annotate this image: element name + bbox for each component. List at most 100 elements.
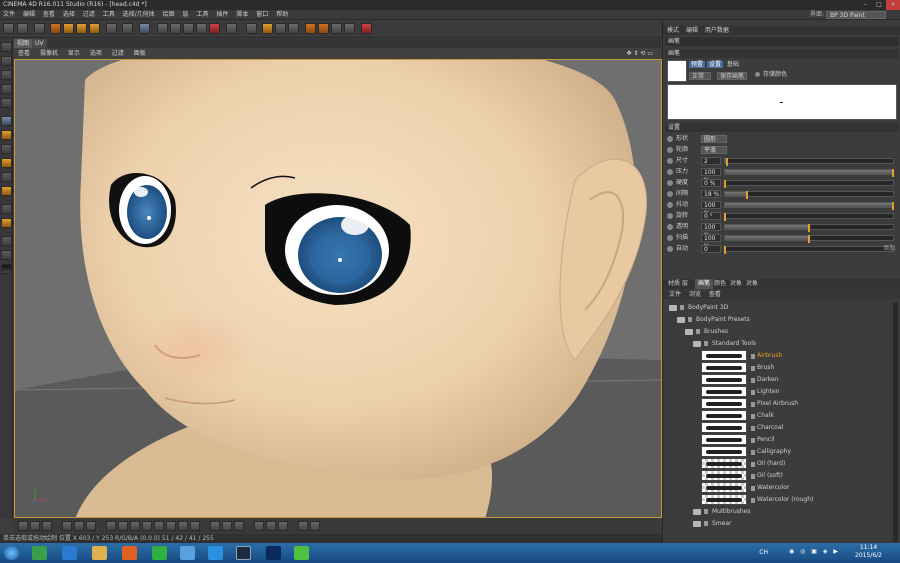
select-icon[interactable]	[34, 23, 45, 34]
save-brush-button[interactable]: 保存画笔	[717, 72, 747, 80]
nav-icon[interactable]	[42, 521, 52, 531]
brush-thumbnail[interactable]	[701, 446, 747, 457]
param-value[interactable]: 100 %	[701, 234, 721, 250]
tree-folder[interactable]: Multibrushes	[693, 506, 751, 518]
param-value[interactable]: 0	[701, 245, 721, 253]
param-value[interactable]: 100 %	[701, 223, 721, 239]
param-toggle[interactable]	[667, 158, 673, 164]
brush-name[interactable]: Darken	[757, 374, 779, 386]
brush-thumbnail[interactable]	[701, 434, 747, 445]
param-slider-knob[interactable]	[724, 246, 726, 254]
eraser-tool-icon[interactable]	[1, 144, 12, 154]
viewport-menu-item[interactable]: 过滤	[108, 48, 128, 59]
brush-name[interactable]: Pencil	[757, 434, 775, 446]
nav-icon[interactable]	[18, 521, 28, 531]
nav-icon[interactable]	[154, 521, 164, 531]
param-slider-knob[interactable]	[724, 213, 726, 221]
texture-icon[interactable]	[318, 23, 329, 34]
menu-item[interactable]: 脚本	[233, 10, 251, 20]
brush-name[interactable]: Lighten	[757, 386, 779, 398]
browser-tab[interactable]: 层	[679, 279, 691, 289]
nav-icon[interactable]	[310, 521, 320, 531]
keep-color-radio[interactable]	[755, 72, 760, 77]
param-slider-knob[interactable]	[724, 180, 726, 188]
nav-icon[interactable]	[266, 521, 276, 531]
coordinate-icon[interactable]	[122, 23, 133, 34]
redo-icon[interactable]	[17, 23, 28, 34]
brush-thumbnail[interactable]	[701, 362, 747, 373]
param-value[interactable]: 18 %	[701, 190, 721, 198]
render-region-icon[interactable]	[157, 23, 168, 34]
photoshop-icon[interactable]	[266, 546, 281, 560]
brush-name[interactable]: Oil (hard)	[757, 458, 785, 470]
param-toggle[interactable]	[667, 169, 673, 175]
brush-name[interactable]: Airbrush	[757, 350, 782, 362]
param-toggle[interactable]	[667, 147, 673, 153]
param-slider-knob[interactable]	[808, 224, 810, 232]
browser-menu-item[interactable]: 查看	[709, 291, 721, 298]
model-tool-icon[interactable]	[1, 56, 12, 66]
param-slider[interactable]	[724, 202, 894, 210]
tab-presets[interactable]: 预置	[689, 61, 706, 68]
menu-item[interactable]: 插件	[213, 10, 231, 20]
param-slider[interactable]	[724, 191, 894, 199]
media-icon[interactable]	[122, 546, 137, 560]
start-button-icon[interactable]	[4, 546, 19, 560]
clone-tool-icon[interactable]	[1, 186, 12, 196]
color-swatch-icon[interactable]	[1, 264, 12, 274]
brush-name[interactable]: Brush	[757, 362, 774, 374]
param-slider-knob[interactable]	[808, 235, 810, 243]
param-toggle[interactable]	[667, 191, 673, 197]
tree-folder[interactable]: BodyPaint Presets	[677, 314, 750, 326]
menu-item[interactable]: 文件	[0, 10, 18, 20]
brush-name[interactable]: Watercolor (rough)	[757, 494, 813, 506]
brush-thumbnail[interactable]	[701, 494, 747, 505]
uv-tool-icon[interactable]	[1, 84, 12, 94]
nav-icon[interactable]	[30, 521, 40, 531]
nav-icon[interactable]	[106, 521, 116, 531]
brush-thumbnail[interactable]	[701, 470, 747, 481]
polygon-tool-icon[interactable]	[1, 98, 12, 108]
param-dropdown[interactable]: 平滑	[701, 146, 727, 154]
ie-icon[interactable]	[62, 546, 77, 560]
menu-item[interactable]: 帮助	[273, 10, 291, 20]
brush-tool-icon[interactable]	[1, 116, 12, 126]
smudge-tool-icon[interactable]	[1, 172, 12, 182]
nav-icon[interactable]	[178, 521, 188, 531]
brush-thumbnail[interactable]	[701, 410, 747, 421]
attr-tab-edit[interactable]: 编辑	[686, 27, 698, 34]
brush-name[interactable]: Calligraphy	[757, 446, 791, 458]
tab-basic[interactable]: 基础	[725, 61, 741, 68]
param-slider[interactable]	[724, 235, 894, 243]
viewport-nav-icons[interactable]: ✥ ⇕ ⟲ ▭	[623, 48, 657, 59]
brush-name[interactable]: Chalk	[757, 410, 774, 422]
attr-tab-mode[interactable]: 模式	[667, 27, 679, 34]
viewport-menu-item[interactable]: 摄像机	[36, 48, 62, 59]
texture-tool-icon[interactable]	[1, 70, 12, 80]
minimize-icon[interactable]: –	[858, 0, 872, 10]
param-toggle[interactable]	[667, 180, 673, 186]
nav-icon[interactable]	[222, 521, 232, 531]
app-icon[interactable]	[208, 546, 223, 560]
menu-item[interactable]: 工具	[100, 10, 118, 20]
param-slider-knob[interactable]	[892, 202, 894, 210]
menu-item[interactable]: 过滤	[80, 10, 98, 20]
app-icon[interactable]	[32, 546, 47, 560]
add-label[interactable]: 添加	[883, 244, 895, 254]
tab-view[interactable]: 视图	[14, 39, 33, 48]
param-slider-knob[interactable]	[892, 169, 894, 177]
cinema4d-icon[interactable]	[236, 546, 251, 560]
fill-tool-icon[interactable]	[1, 130, 12, 140]
channel-icon[interactable]	[331, 23, 342, 34]
3d-viewport[interactable]	[14, 59, 662, 518]
brush-thumbnail[interactable]	[701, 458, 747, 469]
nav-icon[interactable]	[62, 521, 72, 531]
record-icon[interactable]	[209, 23, 220, 34]
param-slider-knob[interactable]	[745, 191, 748, 199]
browser-menu-item[interactable]: 浏览	[689, 291, 701, 298]
browser-menu-item[interactable]: 文件	[669, 291, 681, 298]
language-indicator[interactable]: CH	[759, 549, 768, 556]
nav-icon[interactable]	[190, 521, 200, 531]
param-toggle[interactable]	[667, 224, 673, 230]
param-toggle[interactable]	[667, 202, 673, 208]
